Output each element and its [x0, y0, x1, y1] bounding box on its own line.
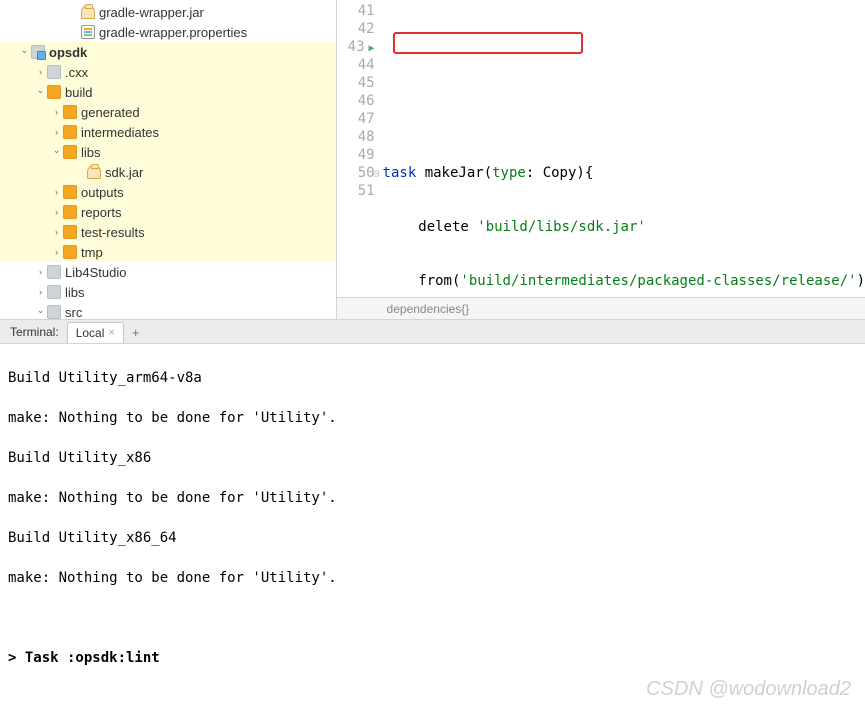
terminal-tab-local[interactable]: Local ×: [67, 322, 124, 343]
tree-label: opsdk: [49, 45, 87, 60]
tree-node-gradle-wrapper-jar[interactable]: gradle-wrapper.jar: [0, 2, 336, 22]
folder-icon: [63, 125, 77, 139]
folder-icon: [63, 225, 77, 239]
tree-label: Lib4Studio: [65, 265, 126, 280]
terminal-tabs: Terminal: Local × +: [0, 320, 865, 344]
tree-label: .cxx: [65, 65, 88, 80]
tree-node-sdk-jar[interactable]: sdk.jar: [0, 162, 336, 182]
folder-icon: [47, 285, 61, 299]
tree-label: src: [65, 305, 82, 320]
terminal-line: make: Nothing to be done for 'Utility'.: [8, 408, 857, 428]
tree-label: intermediates: [81, 125, 159, 140]
tree-label: sdk.jar: [105, 165, 143, 180]
tree-node-libs[interactable]: libs: [0, 142, 336, 162]
folder-icon: [63, 205, 77, 219]
chevron-right-icon[interactable]: [52, 127, 61, 137]
tree-node-reports[interactable]: reports: [0, 202, 336, 222]
tree-label: tmp: [81, 245, 103, 260]
folder-icon: [63, 245, 77, 259]
chevron-down-icon[interactable]: [36, 87, 45, 98]
tree-node-cxx[interactable]: .cxx: [0, 62, 336, 82]
chevron-right-icon[interactable]: [52, 207, 61, 217]
jar-icon: [87, 165, 101, 179]
chevron-down-icon[interactable]: [52, 147, 61, 158]
editor-gutter: 41 42 43 44 45 46 47 48 49 50 51: [337, 0, 381, 297]
terminal-line: Build Utility_x86: [8, 448, 857, 468]
tree-node-lib4studio[interactable]: Lib4Studio: [0, 262, 336, 282]
terminal-line: make: Nothing to be done for 'Utility'.: [8, 488, 857, 508]
breadcrumb[interactable]: dependencies{}: [337, 297, 865, 319]
tree-label: outputs: [81, 185, 124, 200]
fold-icon[interactable]: ⊟: [373, 165, 383, 183]
folder-icon: [47, 265, 61, 279]
terminal-output[interactable]: Build Utility_arm64-v8a make: Nothing to…: [0, 344, 865, 684]
module-folder-icon: [31, 45, 45, 59]
folder-icon: [63, 145, 77, 159]
tree-node-libs-root[interactable]: libs: [0, 282, 336, 302]
tree-node-gradle-wrapper-properties[interactable]: gradle-wrapper.properties: [0, 22, 336, 42]
folder-icon: [63, 185, 77, 199]
tree-label: libs: [81, 145, 101, 160]
terminal-line: Build Utility_x86_64: [8, 528, 857, 548]
tree-node-test-results[interactable]: test-results: [0, 222, 336, 242]
tree-node-src[interactable]: src: [0, 302, 336, 319]
folder-icon: [63, 105, 77, 119]
chevron-right-icon[interactable]: [52, 187, 61, 197]
terminal-line: > Task :opsdk:lint: [8, 648, 857, 668]
code-area[interactable]: ⊟task makeJar(type: Copy){ delete 'build…: [381, 0, 865, 297]
annotation-box: [393, 32, 583, 54]
run-gutter-icon[interactable]: 43: [341, 38, 375, 56]
tree-node-generated[interactable]: generated: [0, 102, 336, 122]
chevron-down-icon[interactable]: [36, 307, 45, 318]
tree-label: test-results: [81, 225, 145, 240]
tree-node-opsdk[interactable]: opsdk: [0, 42, 336, 62]
tree-label: gradle-wrapper.jar: [99, 5, 204, 20]
terminal-line: make: Nothing to be done for 'Utility'.: [8, 568, 857, 588]
code-editor[interactable]: 41 42 43 44 45 46 47 48 49 50 51 ⊟task m…: [337, 0, 865, 319]
jar-icon: [81, 5, 95, 19]
terminal-line: Build Utility_arm64-v8a: [8, 368, 857, 388]
tree-label: gradle-wrapper.properties: [99, 25, 247, 40]
tree-label: reports: [81, 205, 121, 220]
tree-label: libs: [65, 285, 85, 300]
folder-icon: [47, 305, 61, 319]
chevron-right-icon[interactable]: [36, 267, 45, 277]
chevron-right-icon[interactable]: [36, 287, 45, 297]
properties-icon: [81, 25, 95, 39]
chevron-right-icon[interactable]: [52, 107, 61, 117]
tree-node-build[interactable]: build: [0, 82, 336, 102]
chevron-right-icon[interactable]: [52, 227, 61, 237]
chevron-down-icon[interactable]: [20, 47, 29, 58]
project-tree[interactable]: gradle-wrapper.jar gradle-wrapper.proper…: [0, 0, 337, 319]
tree-node-intermediates[interactable]: intermediates: [0, 122, 336, 142]
tree-node-tmp[interactable]: tmp: [0, 242, 336, 262]
folder-icon: [47, 85, 61, 99]
tree-label: generated: [81, 105, 140, 120]
tree-label: build: [65, 85, 92, 100]
add-terminal-button[interactable]: +: [126, 322, 146, 343]
terminal-title: Terminal:: [4, 321, 65, 343]
chevron-right-icon[interactable]: [52, 247, 61, 257]
folder-icon: [47, 65, 61, 79]
close-icon[interactable]: ×: [108, 327, 114, 339]
tree-node-outputs[interactable]: outputs: [0, 182, 336, 202]
chevron-right-icon[interactable]: [36, 67, 45, 77]
